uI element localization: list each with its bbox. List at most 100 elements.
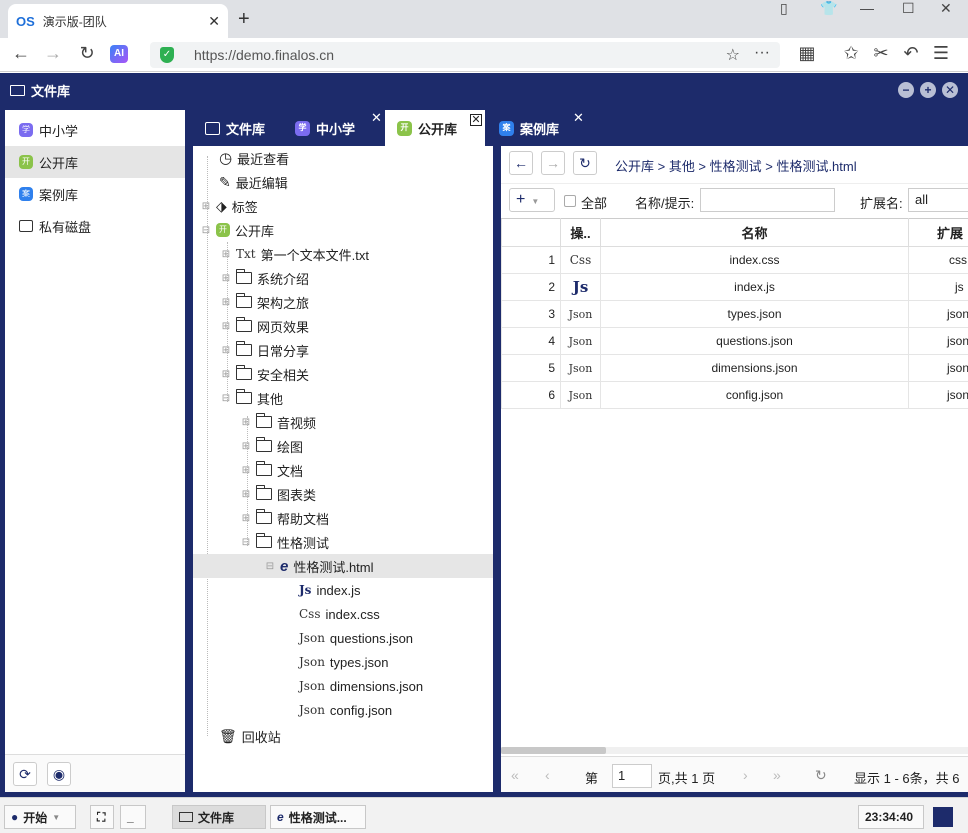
fullscreen-icon[interactable]: ⛶ [90, 805, 114, 829]
expand-icon[interactable]: ⊞ [241, 513, 251, 524]
browser-tab[interactable]: OS 演示版-团队 ✕ [8, 4, 228, 38]
tree-item-html-file[interactable]: ⊟ e 性格测试.html [193, 554, 493, 578]
expand-icon[interactable]: ⊞ [241, 417, 251, 428]
back-icon[interactable]: ← [509, 151, 533, 175]
new-tab-button[interactable]: + [238, 8, 250, 31]
tree-item-file[interactable]: Json types.json [299, 650, 388, 674]
tree-item-file[interactable]: Js index.js [299, 578, 361, 602]
maximize-window-icon[interactable]: ☐ [902, 0, 915, 16]
expand-icon[interactable]: ⊞ [221, 273, 231, 284]
tab-primary-school[interactable]: 学 中小学 ✕ [283, 110, 383, 146]
menu-icon[interactable]: ☰ [930, 43, 952, 64]
css-file-icon[interactable]: Css [560, 246, 601, 274]
sidebar-item-public[interactable]: 开 公开库 [5, 146, 185, 178]
collapse-icon[interactable]: ⊟ [221, 393, 231, 404]
expand-icon[interactable]: ⊞ [221, 297, 231, 308]
tree-item-file[interactable]: Json config.json [299, 698, 392, 722]
tree-item-folder[interactable]: ⊞ 系统介绍 [221, 266, 309, 290]
add-button[interactable]: + ▼ [509, 188, 555, 212]
table-row[interactable]: 5 Json dimensions.json json [501, 354, 968, 382]
tree-item-tags[interactable]: ⊞ ⬗ 标签 [201, 194, 258, 218]
horizontal-scrollbar[interactable] [501, 747, 968, 754]
close-tab-icon[interactable]: ✕ [573, 110, 584, 126]
file-name-cell[interactable]: types.json [600, 300, 909, 328]
ext-select[interactable]: all [908, 188, 968, 212]
file-name-cell[interactable]: index.css [600, 246, 909, 274]
sidebar-item-primary[interactable]: 学 中小学 [5, 114, 185, 146]
page-number-input[interactable]: 1 [612, 764, 652, 788]
tab-file-library[interactable]: 文件库 [193, 110, 283, 146]
file-name-cell[interactable]: questions.json [600, 327, 909, 355]
next-page-icon[interactable]: › [743, 767, 748, 783]
table-row[interactable]: 2 Js index.js js [501, 273, 968, 301]
refresh-icon[interactable]: ⟳ [13, 762, 37, 786]
table-row[interactable]: 4 Json questions.json json [501, 327, 968, 355]
app-close-button[interactable]: ✕ [942, 82, 958, 98]
expand-icon[interactable]: ⊞ [221, 369, 231, 380]
forward-icon[interactable]: → [42, 43, 64, 64]
tree-item-subfolder[interactable]: ⊞ 文档 [241, 458, 303, 482]
first-page-icon[interactable]: « [511, 767, 519, 783]
tree-item-recycle-bin[interactable]: 🗑 回收站 [219, 724, 281, 748]
last-page-icon[interactable]: » [773, 767, 781, 783]
show-desktop-icon[interactable]: _ [120, 805, 146, 829]
skin-icon[interactable]: 👕 [820, 0, 837, 16]
taskbar-window-personality-test[interactable]: e 性格测试... [270, 805, 366, 829]
tab-public-library[interactable]: 开 公开库 ✕ [385, 110, 485, 146]
page-count-icon[interactable]: ▯ [780, 0, 788, 16]
table-row[interactable]: 1 Css index.css css [501, 246, 968, 274]
json-file-icon[interactable]: Json [560, 300, 601, 328]
tree-item-folder[interactable]: ⊞ 架构之旅 [221, 290, 309, 314]
more-icon[interactable]: ··· [754, 44, 770, 62]
expand-icon[interactable]: ⊞ [221, 321, 231, 332]
name-hint-input[interactable] [700, 188, 835, 212]
column-header[interactable]: 名称 [600, 218, 909, 247]
app-maximize-button[interactable]: + [920, 82, 936, 98]
close-tab-icon[interactable]: ✕ [208, 13, 220, 30]
column-header[interactable]: 操.. [560, 218, 601, 247]
tab-case-library[interactable]: 案 案例库 ✕ [487, 110, 587, 146]
json-file-icon[interactable]: Json [560, 327, 601, 355]
expand-icon[interactable]: ⊞ [221, 249, 231, 260]
tree-item-recent-edit[interactable]: ✎ 最近编辑 [219, 170, 288, 194]
sidebar-item-cases[interactable]: 案 案例库 [5, 178, 185, 210]
file-name-cell[interactable]: config.json [600, 381, 909, 409]
close-tab-icon[interactable]: ✕ [371, 110, 382, 126]
app-minimize-button[interactable]: − [898, 82, 914, 98]
expand-icon[interactable]: ⊞ [241, 441, 251, 452]
forward-icon[interactable]: → [541, 151, 565, 175]
tree-item-subfolder[interactable]: ⊞ 音视频 [241, 410, 316, 434]
expand-icon[interactable]: ⊞ [201, 201, 211, 212]
undo-icon[interactable]: ↶ [900, 43, 922, 64]
tree-item-folder[interactable]: ⊞ 网页效果 [221, 314, 309, 338]
taskbar-window-file-library[interactable]: 文件库 [172, 805, 266, 829]
expand-icon[interactable]: ⊞ [241, 465, 251, 476]
favorites-icon[interactable]: ✩ [840, 43, 862, 64]
back-icon[interactable]: ← [10, 43, 32, 64]
file-name-cell[interactable]: dimensions.json [600, 354, 909, 382]
select-all-checkbox[interactable] [564, 195, 576, 207]
reload-icon[interactable]: ↻ [76, 43, 98, 64]
tree-item-folder[interactable]: ⊞ 日常分享 [221, 338, 309, 362]
prev-page-icon[interactable]: ‹ [545, 767, 550, 783]
json-file-icon[interactable]: Json [560, 381, 601, 409]
tree-item-subfolder[interactable]: ⊞ 帮助文档 [241, 506, 329, 530]
close-tab-icon[interactable]: ✕ [470, 114, 482, 126]
tree-item-recent-view[interactable]: ◷ 最近查看 [219, 146, 289, 170]
tree-item-subfolder[interactable]: ⊞ 绘图 [241, 434, 303, 458]
tree-item-subfolder[interactable]: ⊞ 图表类 [241, 482, 316, 506]
tree-item-folder[interactable]: ⊞ 安全相关 [221, 362, 309, 386]
collapse-icon[interactable]: ⊟ [241, 537, 251, 548]
json-file-icon[interactable]: Json [560, 354, 601, 382]
tree-item-folder[interactable]: ⊟ 其他 [221, 386, 283, 410]
table-row[interactable]: 6 Json config.json json [501, 381, 968, 409]
refresh-icon[interactable]: ↻ [573, 151, 597, 175]
bookmark-star-icon[interactable]: ☆ [726, 45, 740, 65]
tree-item-file[interactable]: Css index.css [299, 602, 380, 626]
minimize-window-icon[interactable]: — [860, 0, 874, 16]
tree-item-public[interactable]: ⊟ 开 公开库 [201, 218, 274, 242]
scrollbar-thumb[interactable] [501, 747, 606, 754]
js-file-icon[interactable]: Js [560, 273, 601, 301]
apps-grid-icon[interactable]: ▦ [796, 43, 818, 64]
address-bar[interactable]: ✓ https://demo.finalos.cn ☆ ··· [150, 42, 780, 68]
